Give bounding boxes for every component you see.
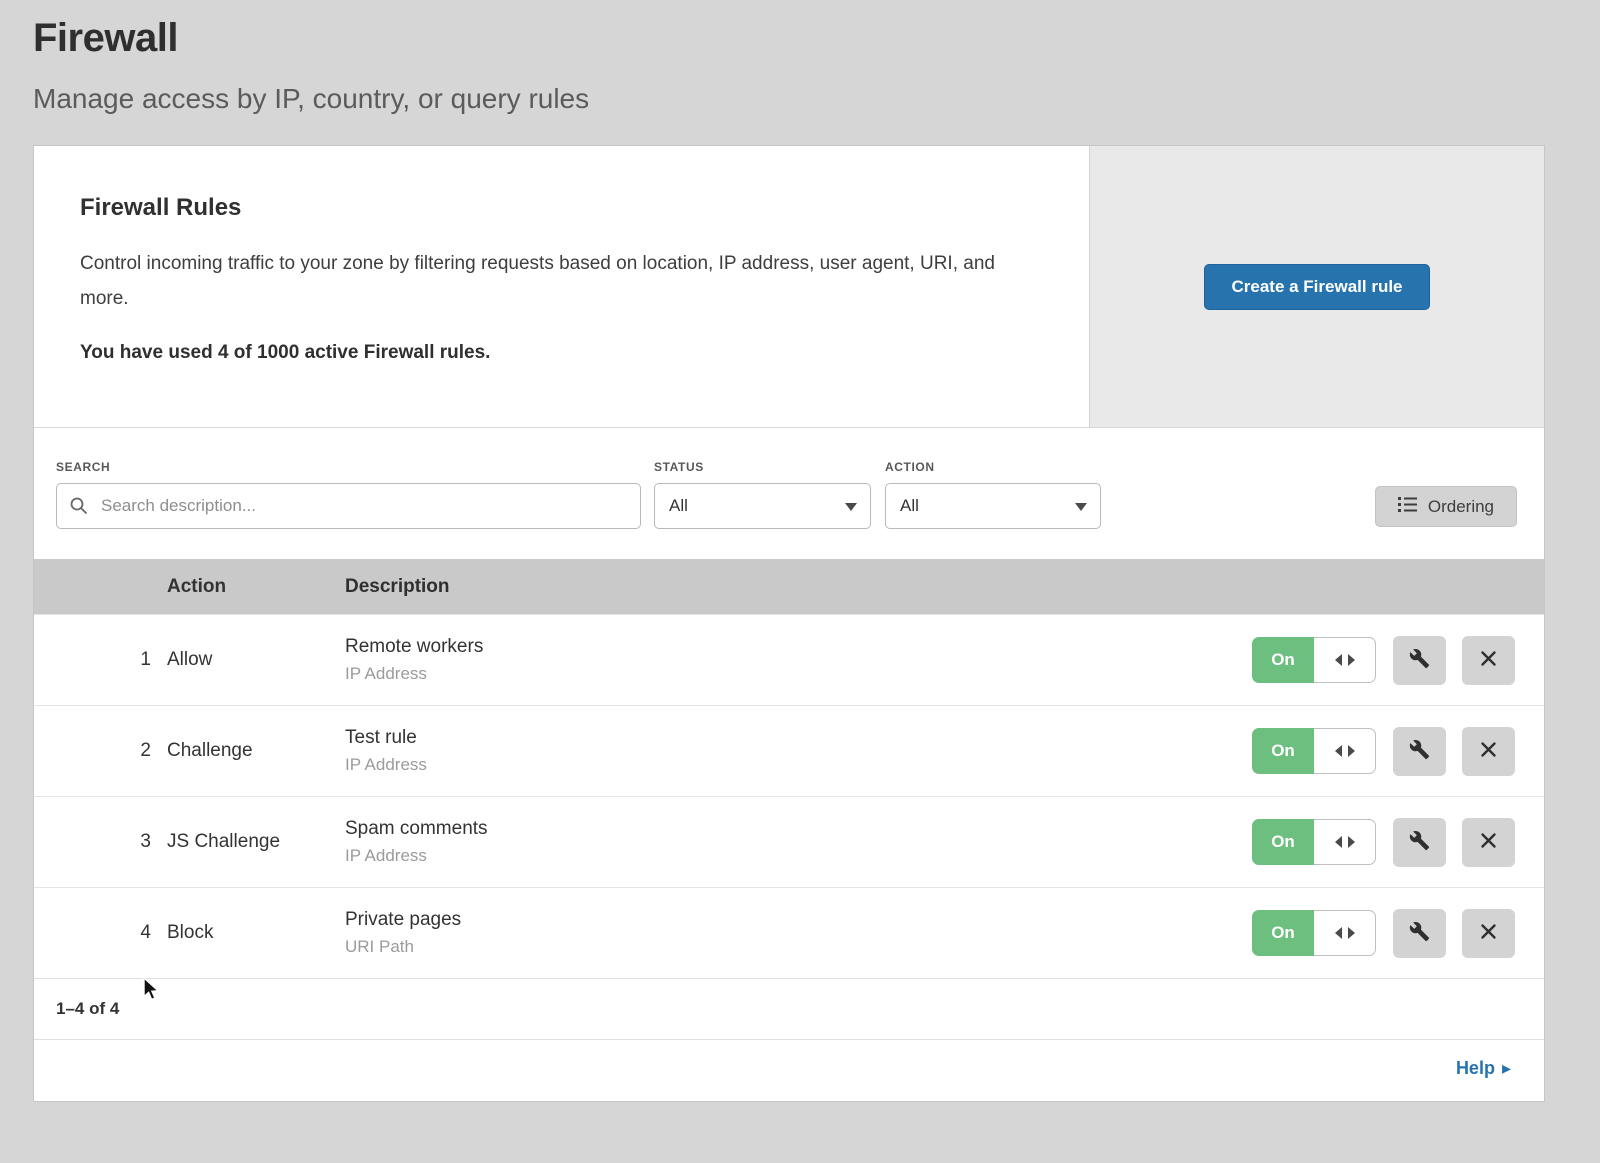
rule-controls: On [1252, 909, 1544, 958]
ordering-button-label: Ordering [1428, 497, 1494, 517]
firewall-card: Firewall Rules Control incoming traffic … [33, 145, 1545, 1102]
toggle-on-label: On [1252, 637, 1314, 683]
rule-enabled-toggle[interactable]: On [1252, 819, 1376, 865]
toggle-on-label: On [1252, 819, 1314, 865]
list-icon [1398, 496, 1418, 518]
edit-rule-button[interactable] [1393, 727, 1446, 776]
delete-rule-button[interactable] [1462, 909, 1515, 958]
rule-enabled-toggle[interactable]: On [1252, 728, 1376, 774]
rule-action: JS Challenge [167, 831, 345, 853]
ordering-button[interactable]: Ordering [1375, 486, 1517, 527]
rule-description: Remote workers [345, 636, 1252, 658]
status-label: STATUS [654, 460, 871, 474]
firewall-rules-description: Control incoming traffic to your zone by… [80, 246, 1025, 316]
search-icon [69, 496, 89, 521]
edit-rule-button[interactable] [1393, 818, 1446, 867]
search-label: SEARCH [56, 460, 641, 474]
page-subtitle: Manage access by IP, country, or query r… [33, 83, 1545, 115]
rule-enabled-toggle[interactable]: On [1252, 637, 1376, 683]
priority-drag-handle[interactable] [1314, 637, 1376, 683]
firewall-rules-section: Firewall Rules Control incoming traffic … [34, 146, 1544, 428]
delete-rule-button[interactable] [1462, 636, 1515, 685]
table-row: 4 Block Private pages URI Path On [34, 887, 1544, 978]
close-icon [1479, 831, 1498, 853]
table-row: 3 JS Challenge Spam comments IP Address … [34, 796, 1544, 887]
search-box [56, 483, 641, 529]
action-select-value: All [900, 496, 919, 516]
rule-match-type: URI Path [345, 937, 1252, 957]
delete-rule-button[interactable] [1462, 818, 1515, 867]
rule-match-type: IP Address [345, 664, 1252, 684]
toggle-on-label: On [1252, 910, 1314, 956]
help-row: Help ▸ [34, 1039, 1544, 1101]
wrench-icon [1409, 648, 1430, 672]
priority-drag-handle[interactable] [1314, 819, 1376, 865]
rule-controls: On [1252, 818, 1544, 867]
delete-rule-button[interactable] [1462, 727, 1515, 776]
wrench-icon [1409, 739, 1430, 763]
create-rule-panel: Create a Firewall rule [1089, 146, 1544, 427]
status-select[interactable]: All [654, 483, 871, 529]
table-row: 1 Allow Remote workers IP Address On [34, 614, 1544, 705]
chevron-down-icon [845, 503, 857, 511]
close-icon [1479, 922, 1498, 944]
rule-priority: 1 [34, 649, 167, 671]
status-select-value: All [669, 496, 688, 516]
rule-match-type: IP Address [345, 755, 1252, 775]
rule-controls: On [1252, 636, 1544, 685]
page-title: Firewall [33, 10, 1545, 61]
chevron-down-icon [1075, 503, 1087, 511]
edit-rule-button[interactable] [1393, 909, 1446, 958]
close-icon [1479, 649, 1498, 671]
action-label: ACTION [885, 460, 1101, 474]
rule-priority: 3 [34, 831, 167, 853]
action-filter: ACTION All [885, 460, 1101, 529]
priority-drag-handle[interactable] [1314, 910, 1376, 956]
search-filter: SEARCH [56, 460, 641, 529]
rule-action: Allow [167, 649, 345, 671]
rule-description: Test rule [345, 727, 1252, 749]
rule-action: Challenge [167, 740, 345, 762]
page-header: Firewall Manage access by IP, country, o… [0, 0, 1600, 115]
chevron-right-icon: ▸ [1502, 1058, 1511, 1079]
help-link-label: Help [1456, 1058, 1495, 1079]
wrench-icon [1409, 830, 1430, 854]
rule-action: Block [167, 922, 345, 944]
search-input[interactable] [56, 483, 641, 529]
action-column-header: Action [167, 576, 345, 598]
rule-description-cell: Private pages URI Path [345, 909, 1252, 957]
firewall-rules-info: Firewall Rules Control incoming traffic … [34, 146, 1089, 427]
help-link[interactable]: Help ▸ [1456, 1058, 1511, 1079]
rule-priority: 2 [34, 740, 167, 762]
rule-controls: On [1252, 727, 1544, 776]
rule-description: Spam comments [345, 818, 1252, 840]
firewall-rules-heading: Firewall Rules [80, 194, 1029, 222]
priority-drag-handle[interactable] [1314, 728, 1376, 774]
pagination-row: 1–4 of 4 [34, 978, 1544, 1039]
pagination-label: 1–4 of 4 [56, 999, 119, 1018]
status-filter: STATUS All [654, 460, 871, 529]
action-select[interactable]: All [885, 483, 1101, 529]
close-icon [1479, 740, 1498, 762]
rule-description: Private pages [345, 909, 1252, 931]
table-header: Action Description [34, 559, 1544, 614]
rule-description-cell: Spam comments IP Address [345, 818, 1252, 866]
wrench-icon [1409, 921, 1430, 945]
table-row: 2 Challenge Test rule IP Address On [34, 705, 1544, 796]
rule-match-type: IP Address [345, 846, 1252, 866]
create-firewall-rule-button[interactable]: Create a Firewall rule [1204, 264, 1429, 310]
firewall-rules-usage: You have used 4 of 1000 active Firewall … [80, 342, 1029, 364]
description-column-header: Description [345, 576, 1515, 598]
filters-bar: SEARCH STATUS All ACTION All [34, 428, 1544, 559]
rule-description-cell: Remote workers IP Address [345, 636, 1252, 684]
rule-priority: 4 [34, 922, 167, 944]
toggle-on-label: On [1252, 728, 1314, 774]
rule-enabled-toggle[interactable]: On [1252, 910, 1376, 956]
edit-rule-button[interactable] [1393, 636, 1446, 685]
rule-description-cell: Test rule IP Address [345, 727, 1252, 775]
